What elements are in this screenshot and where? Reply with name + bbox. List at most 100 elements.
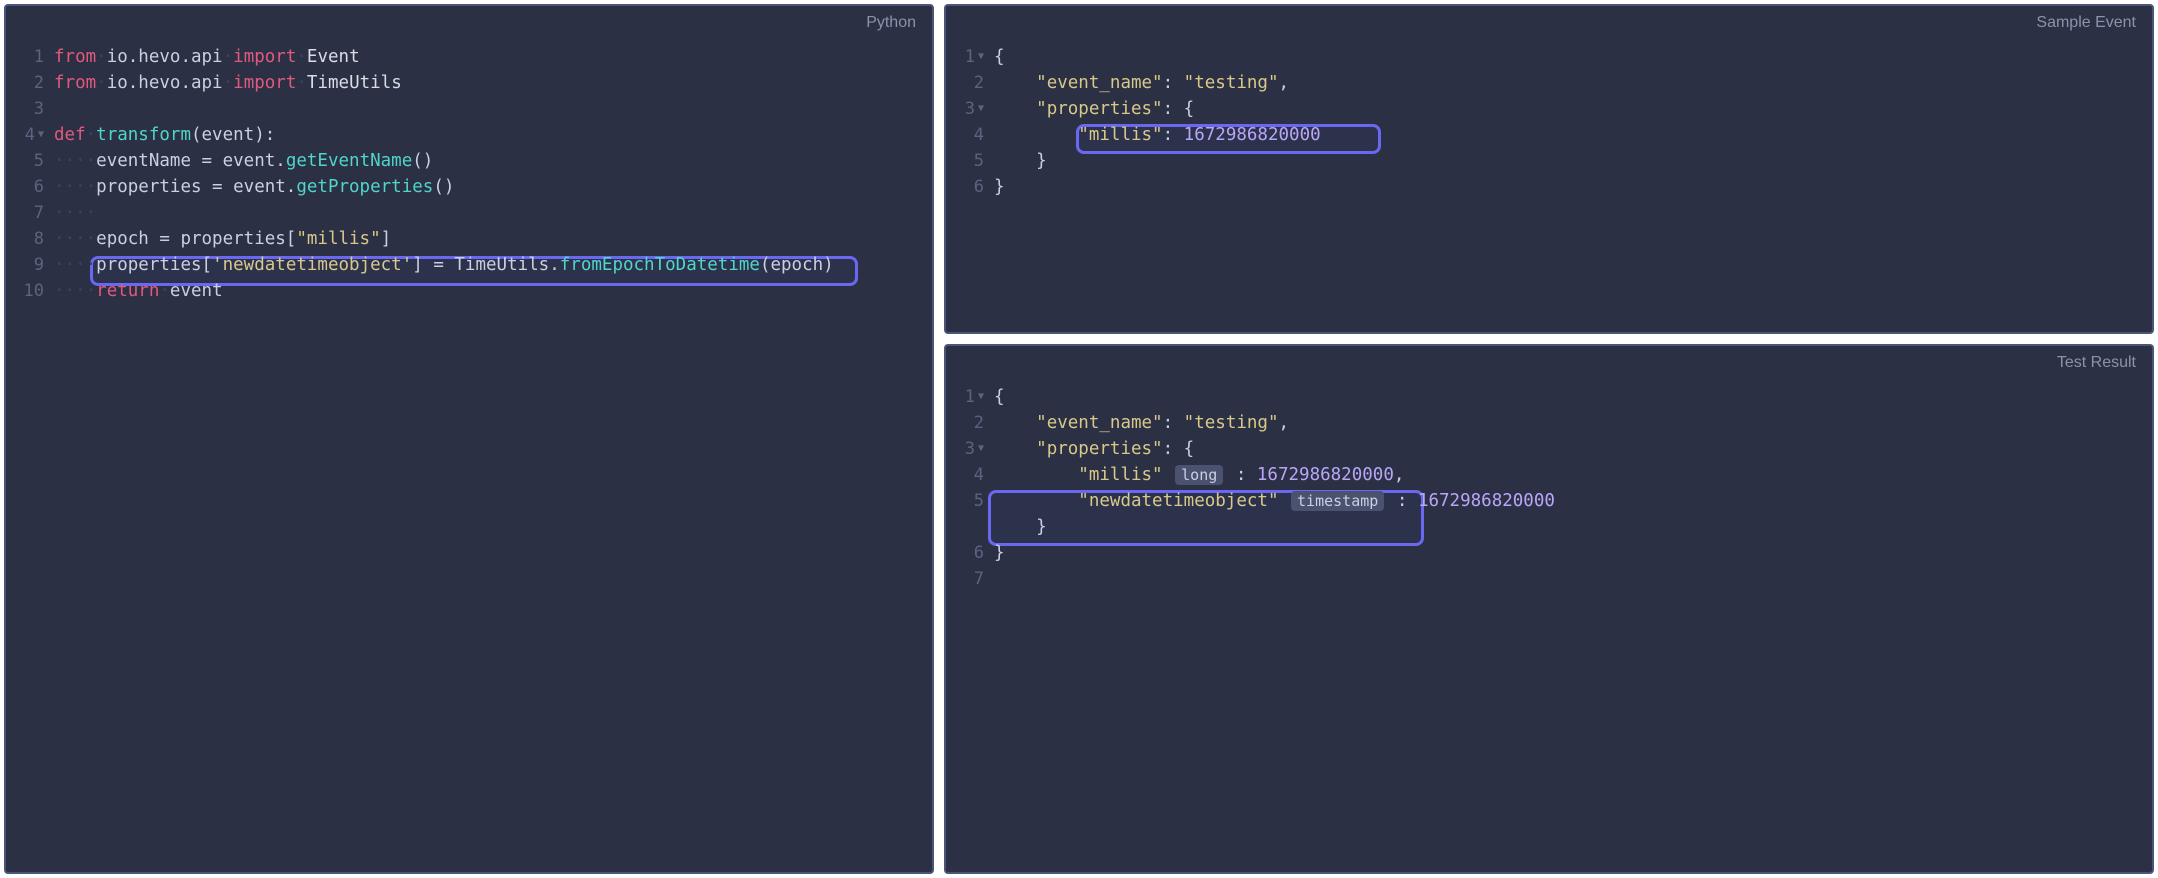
test-result-code-area[interactable]: 1▼23▼4567 { "event_name": "testing", "pr… — [946, 376, 2152, 872]
code-line[interactable]: } — [994, 174, 2152, 200]
code-token: def — [54, 125, 86, 145]
code-token — [994, 73, 1036, 93]
code-line[interactable]: ····eventName = event.getEventName() — [54, 148, 932, 174]
code-token: from — [54, 73, 96, 93]
test-result-panel: Test Result 1▼23▼4567 { "event_name": "t… — [944, 344, 2154, 874]
code-line[interactable]: from·io.hevo.api·import·TimeUtils — [54, 70, 932, 96]
line-number: 6 — [946, 540, 984, 566]
code-token: "newdatetimeobject" — [1078, 491, 1278, 511]
code-token: 1672986820000 — [1184, 125, 1321, 145]
code-token: 1672986820000 — [1257, 465, 1394, 485]
code-line[interactable]: { — [994, 44, 2152, 70]
python-gutter: 1234▼5678910 — [6, 44, 54, 872]
code-token — [994, 125, 1078, 145]
code-token: } — [994, 151, 1047, 171]
code-token: import — [233, 47, 296, 67]
code-token: : { — [1163, 99, 1195, 119]
code-token: : — [1163, 413, 1184, 433]
code-token: getProperties — [296, 177, 433, 197]
code-token: () — [412, 151, 433, 171]
line-number: 4 — [946, 462, 984, 488]
code-token — [994, 491, 1078, 511]
line-number: 6 — [6, 174, 44, 200]
code-token: · — [96, 47, 107, 67]
line-number: 5 — [946, 488, 984, 514]
code-token: "millis" — [296, 229, 380, 249]
line-number: 1▼ — [946, 44, 984, 70]
code-token: , — [1279, 73, 1290, 93]
code-token: properties[ — [96, 255, 212, 275]
code-token: io.hevo.api — [107, 47, 223, 67]
code-token: Event — [307, 47, 360, 67]
code-token: , — [1279, 413, 1290, 433]
code-line[interactable]: "properties": { — [994, 436, 2152, 462]
code-line[interactable]: } — [994, 514, 2152, 540]
code-token — [994, 99, 1036, 119]
code-line[interactable]: "event_name": "testing", — [994, 410, 2152, 436]
code-token: "millis" — [1078, 465, 1162, 485]
code-line[interactable]: ····properties = event.getProperties() — [54, 174, 932, 200]
fold-arrow-icon[interactable]: ▼ — [978, 96, 984, 122]
python-code-lines[interactable]: from·io.hevo.api·import·Eventfrom·io.hev… — [54, 44, 932, 872]
right-column: Sample Event 1▼23▼456 { "event_name": "t… — [944, 4, 2154, 874]
code-line[interactable]: "properties": { — [994, 96, 2152, 122]
test-result-code-lines[interactable]: { "event_name": "testing", "properties":… — [994, 384, 2152, 872]
code-token: (epoch) — [760, 255, 834, 275]
line-number: 7 — [6, 200, 44, 226]
code-token: fromEpochToDatetime — [560, 255, 760, 275]
code-line[interactable]: from·io.hevo.api·import·Event — [54, 44, 932, 70]
fold-arrow-icon[interactable]: ▼ — [38, 122, 44, 148]
code-line[interactable] — [54, 96, 932, 122]
code-line[interactable]: ····properties['newdatetimeobject'] = Ti… — [54, 252, 932, 278]
code-line[interactable]: def·transform(event): — [54, 122, 932, 148]
fold-arrow-icon[interactable]: ▼ — [978, 384, 984, 410]
line-number: 3▼ — [946, 436, 984, 462]
code-line[interactable]: } — [994, 540, 2152, 566]
code-token: · — [296, 73, 307, 93]
line-number: 7 — [946, 566, 984, 592]
code-token: , — [1394, 465, 1405, 485]
code-line[interactable]: ····return·event — [54, 278, 932, 304]
code-token: ···· — [54, 151, 96, 171]
sample-event-code-lines[interactable]: { "event_name": "testing", "properties":… — [994, 44, 2152, 332]
line-number: 4▼ — [6, 122, 44, 148]
sample-event-code-area[interactable]: 1▼23▼456 { "event_name": "testing", "pro… — [946, 36, 2152, 332]
test-result-gutter: 1▼23▼4567 — [946, 384, 994, 872]
code-token: epoch = properties[ — [96, 229, 296, 249]
python-panel-title: Python — [6, 6, 932, 36]
fold-arrow-icon[interactable]: ▼ — [978, 44, 984, 70]
python-editor-panel: Python 1234▼5678910 from·io.hevo.api·imp… — [4, 4, 934, 874]
code-line[interactable]: "millis" long : 1672986820000, — [994, 462, 2152, 488]
code-line[interactable]: "millis": 1672986820000 — [994, 122, 2152, 148]
line-number: 5 — [946, 148, 984, 174]
code-token: "testing" — [1184, 413, 1279, 433]
code-token: "testing" — [1184, 73, 1279, 93]
code-token: ] = TimeUtils. — [412, 255, 560, 275]
code-token: : — [1163, 125, 1184, 145]
code-line[interactable]: { — [994, 384, 2152, 410]
line-number: 10 — [6, 278, 44, 304]
code-token: ···· — [54, 255, 96, 275]
line-number: 8 — [6, 226, 44, 252]
code-token: "millis" — [1078, 125, 1162, 145]
code-token: io.hevo.api — [107, 73, 223, 93]
line-number: 3 — [6, 96, 44, 122]
code-line[interactable]: "event_name": "testing", — [994, 70, 2152, 96]
line-number-wrap — [946, 514, 984, 540]
fold-arrow-icon[interactable]: ▼ — [978, 436, 984, 462]
code-token: "properties" — [1036, 439, 1162, 459]
type-badge: timestamp — [1291, 491, 1384, 511]
code-token: } — [994, 177, 1005, 197]
code-token: · — [159, 281, 170, 301]
code-token: return — [96, 281, 159, 301]
code-line[interactable]: "newdatetimeobject" timestamp : 16729868… — [994, 488, 2152, 514]
code-token: · — [86, 125, 97, 145]
line-number: 2 — [946, 410, 984, 436]
code-token: "event_name" — [1036, 73, 1162, 93]
code-token: getEventName — [286, 151, 412, 171]
python-code-area[interactable]: 1234▼5678910 from·io.hevo.api·import·Eve… — [6, 36, 932, 872]
sample-event-title: Sample Event — [946, 6, 2152, 36]
code-line[interactable]: ····epoch = properties["millis"] — [54, 226, 932, 252]
code-line[interactable]: } — [994, 148, 2152, 174]
code-line[interactable]: ···· — [54, 200, 932, 226]
